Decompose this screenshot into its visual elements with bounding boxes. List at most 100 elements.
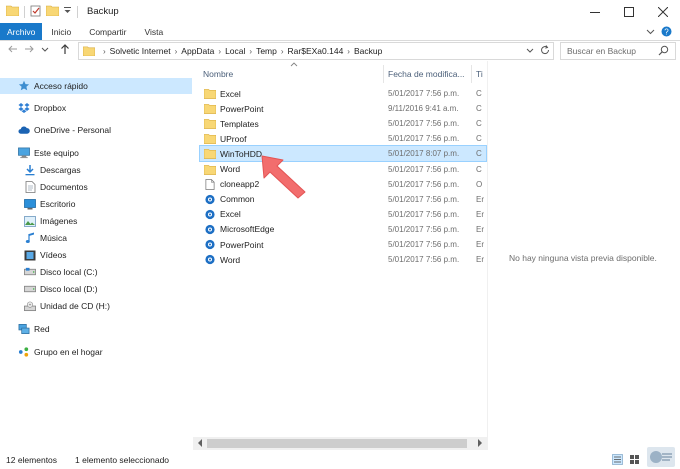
table-row[interactable]: Word 5/01/2017 7:56 p.m. C: [200, 162, 486, 177]
nav-item-acceso-rapido[interactable]: Acceso rápido: [0, 78, 192, 94]
file-type: C: [476, 119, 482, 129]
breadcrumb-separator: ›: [347, 46, 350, 56]
back-arrow-icon[interactable]: [6, 44, 20, 57]
nav-item-onedrive[interactable]: OneDrive - Personal: [0, 122, 111, 138]
nav-label: Escritorio: [40, 199, 76, 209]
title-bar: Backup: [0, 0, 680, 23]
search-input[interactable]: Buscar en Backup: [560, 42, 676, 60]
horizontal-scrollbar[interactable]: [193, 437, 487, 450]
drive-icon: [24, 283, 36, 295]
breadcrumb-temp[interactable]: Temp: [256, 46, 277, 56]
pictures-icon: [24, 215, 36, 227]
new-folder-icon[interactable]: [45, 5, 60, 18]
close-button[interactable]: [646, 0, 680, 23]
navigation-pane: Acceso rápido Dropbox OneDrive - Persona…: [0, 66, 192, 450]
scroll-right-icon[interactable]: [477, 439, 483, 449]
column-header-name[interactable]: Nombre: [203, 65, 383, 83]
file-type: Er: [476, 194, 484, 204]
properties-icon[interactable]: [30, 5, 42, 19]
minimize-button[interactable]: [578, 0, 612, 23]
table-row[interactable]: Word 5/01/2017 7:56 p.m. Er: [200, 252, 486, 267]
breadcrumb-rar[interactable]: Rar$EXa0.144: [288, 46, 344, 56]
large-icons-view-icon[interactable]: [629, 454, 640, 467]
search-icon[interactable]: [658, 45, 669, 58]
table-row[interactable]: PowerPoint 5/01/2017 7:56 p.m. Er: [200, 237, 486, 252]
nav-item-grupo-hogar[interactable]: Grupo en el hogar: [0, 344, 103, 360]
nav-label: Música: [40, 233, 67, 243]
file-list: Nombre Fecha de modifica... Ti Excel 5/01…: [193, 61, 487, 450]
customize-dropdown-icon[interactable]: [63, 6, 72, 17]
breadcrumb-local[interactable]: Local: [225, 46, 245, 56]
nav-label: Dropbox: [34, 103, 67, 113]
tab-archivo[interactable]: Archivo: [0, 23, 43, 40]
recent-locations-icon[interactable]: [38, 44, 52, 57]
up-arrow-icon[interactable]: [58, 44, 72, 58]
nav-item-descargas[interactable]: Descargas: [0, 162, 81, 178]
nav-item-disco-d[interactable]: Disco local (D:): [0, 281, 98, 297]
table-row[interactable]: UProof 5/01/2017 7:56 p.m. C: [200, 131, 486, 146]
nav-item-documentos[interactable]: Documentos: [0, 179, 88, 195]
nav-item-disco-c[interactable]: Disco local (C:): [0, 264, 98, 280]
nav-label: OneDrive - Personal: [34, 125, 112, 135]
file-date: 5/01/2017 7:56 p.m.: [388, 194, 460, 204]
file-type: C: [476, 89, 482, 98]
file-date: 5/01/2017 8:07 p.m.: [388, 149, 460, 159]
breadcrumb-separator: ›: [249, 46, 253, 56]
table-row[interactable]: Excel 5/01/2017 7:56 p.m. Er: [200, 207, 486, 222]
file-type: C: [476, 134, 482, 144]
maximize-button[interactable]: [612, 0, 646, 23]
nav-label: Documentos: [40, 182, 88, 192]
breadcrumb-solvetic-internet[interactable]: Solvetic Internet: [110, 46, 171, 56]
table-row[interactable]: MicrosoftEdge 5/01/2017 7:56 p.m. Er: [200, 222, 486, 237]
breadcrumb-separator: ›: [103, 46, 106, 56]
details-view-icon[interactable]: [612, 454, 623, 467]
address-bar[interactable]: › Solvetic Internet › AppData › Local › …: [78, 42, 554, 60]
nav-item-dropbox[interactable]: Dropbox: [0, 100, 66, 116]
table-row[interactable]: cloneapp2 5/01/2017 7:56 p.m. O: [200, 177, 486, 192]
file-date: 5/01/2017 7:56 p.m.: [388, 89, 460, 98]
tab-inicio[interactable]: Inicio: [42, 23, 80, 40]
nav-item-escritorio[interactable]: Escritorio: [0, 196, 75, 212]
computer-icon: [18, 147, 30, 159]
preview-message: No hay ninguna vista previa disponible.: [509, 253, 657, 263]
file-name: PowerPoint: [220, 103, 264, 114]
preview-pane: No hay ninguna vista previa disponible.: [487, 61, 680, 450]
cd-drive-icon: [24, 300, 36, 312]
column-divider[interactable]: [383, 65, 384, 83]
nav-item-imagenes[interactable]: Imágenes: [0, 213, 77, 229]
table-row[interactable]: Templates 5/01/2017 7:56 p.m. C: [200, 116, 486, 131]
scrollbar-thumb[interactable]: [207, 439, 467, 448]
help-icon[interactable]: ?: [661, 26, 672, 39]
desktop-icon: [24, 198, 36, 210]
video-icon: [24, 249, 36, 261]
column-header-date[interactable]: Fecha de modifica...: [388, 65, 470, 83]
scroll-left-icon[interactable]: [197, 439, 203, 449]
status-bar: 12 elementos 1 elemento seleccionado: [0, 451, 680, 469]
nav-label: Grupo en el hogar: [34, 347, 103, 357]
breadcrumb-separator: ›: [174, 46, 178, 56]
tab-vista[interactable]: Vista: [136, 23, 173, 40]
file-name: PowerPoint: [220, 239, 264, 250]
column-header-type[interactable]: Ti: [476, 65, 486, 83]
breadcrumb-appdata[interactable]: AppData: [181, 46, 214, 56]
expand-ribbon-icon[interactable]: [646, 27, 655, 38]
forward-arrow-icon[interactable]: [22, 44, 36, 57]
nav-label: Disco local (C:): [40, 267, 98, 277]
nav-item-musica[interactable]: Música: [0, 230, 67, 246]
nav-item-videos[interactable]: Vídeos: [0, 247, 66, 263]
nav-item-este-equipo[interactable]: Este equipo: [0, 145, 79, 161]
nav-item-unidad-cd[interactable]: Unidad de CD (H:): [0, 298, 110, 314]
tab-compartir[interactable]: Compartir: [80, 23, 135, 40]
breadcrumb-backup[interactable]: Backup: [354, 46, 382, 56]
table-row[interactable]: Excel 5/01/2017 7:56 p.m. C: [200, 86, 486, 101]
table-row[interactable]: Common 5/01/2017 7:56 p.m. Er: [200, 192, 486, 207]
chevron-down-icon[interactable]: [526, 46, 534, 56]
file-name: Excel: [220, 209, 241, 220]
nav-item-red[interactable]: Red: [0, 321, 50, 337]
address-bar-controls: [526, 43, 550, 59]
file-type: C: [476, 104, 482, 114]
table-row[interactable]: WinToHDD 5/01/2017 8:07 p.m. C: [199, 145, 487, 163]
table-row[interactable]: PowerPoint 9/11/2016 9:41 a.m. C: [200, 101, 486, 116]
refresh-icon[interactable]: [540, 45, 550, 57]
column-divider[interactable]: [471, 65, 472, 83]
